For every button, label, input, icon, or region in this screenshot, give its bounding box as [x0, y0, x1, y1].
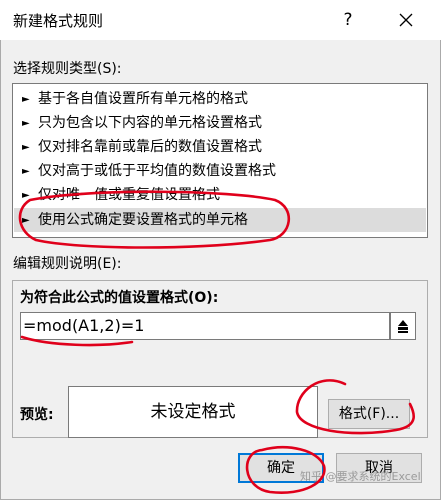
annotation-circle-selected-rule [18, 190, 291, 249]
annotation-circle-ok-button [245, 446, 326, 494]
annotation-underline-formula [20, 335, 134, 347]
annotation-circle-format-button [295, 379, 415, 435]
annotation-overlay [18, 190, 415, 494]
